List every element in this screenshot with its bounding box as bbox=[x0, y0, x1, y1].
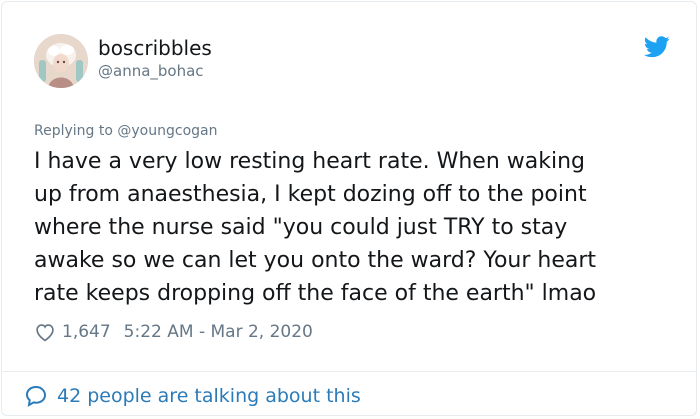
tweet-line: rate keeps dropping off the face of the … bbox=[34, 281, 597, 306]
tweet-meta: 1,647 5:22 AM - Mar 2, 2020 bbox=[34, 320, 313, 344]
divider bbox=[2, 371, 696, 372]
speech-bubble-icon bbox=[25, 385, 47, 407]
tweet-line: up from anaesthesia, I kept dozing off t… bbox=[34, 182, 587, 207]
tweet-card: boscribbles @anna_bohac Replying to @you… bbox=[1, 1, 697, 416]
replying-to: Replying to @youngcogan bbox=[34, 122, 217, 140]
like-count[interactable]: 1,647 bbox=[62, 322, 111, 342]
tweet-line: I have a very low resting heart rate. Wh… bbox=[34, 149, 585, 174]
avatar[interactable] bbox=[34, 34, 88, 88]
heart-icon[interactable] bbox=[34, 321, 56, 343]
twitter-bird-icon[interactable] bbox=[644, 36, 670, 58]
replying-handle-link[interactable]: @youngcogan bbox=[117, 123, 217, 139]
user-handle[interactable]: @anna_bohac bbox=[98, 62, 204, 80]
timestamp-link[interactable]: 5:22 AM - Mar 2, 2020 bbox=[124, 322, 313, 342]
tweet-line: awake so we can let you onto the ward? Y… bbox=[34, 248, 597, 273]
display-name[interactable]: boscribbles bbox=[98, 36, 212, 60]
tweet-line: where the nurse said "you could just TRY… bbox=[34, 215, 568, 240]
replying-prefix: Replying to bbox=[34, 123, 118, 139]
conversation-label[interactable]: 42 people are talking about this bbox=[57, 385, 361, 407]
conversation-link[interactable]: 42 people are talking about this bbox=[24, 383, 361, 409]
user-avatar-image bbox=[34, 34, 88, 88]
tweet-text: I have a very low resting heart rate. Wh… bbox=[34, 145, 674, 310]
